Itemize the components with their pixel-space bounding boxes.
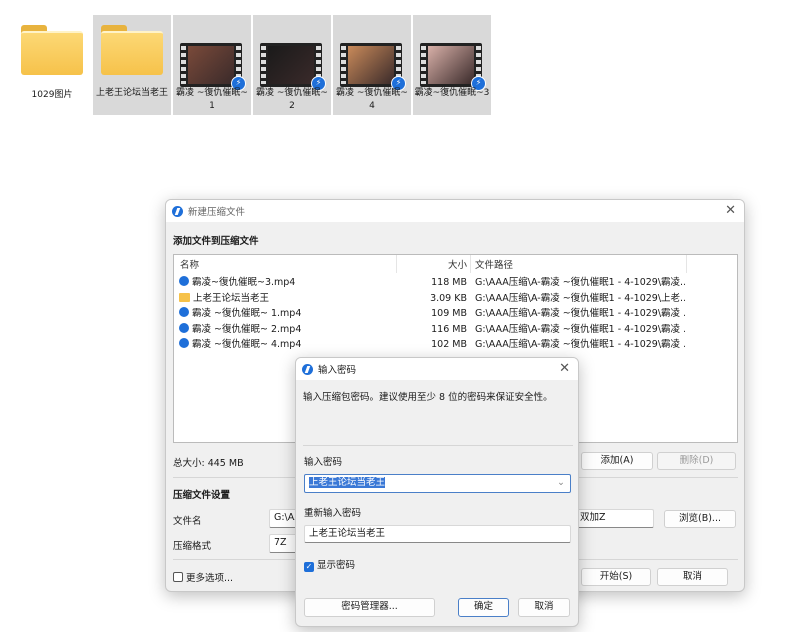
close-icon[interactable]: ✕	[725, 203, 736, 218]
file-size: 3.09 KB	[430, 292, 467, 304]
file-path: G:\AAA压缩\A-霸凌 ~復仇催眠1 - 4-1029\霸凌 ...	[475, 323, 685, 335]
file-path: G:\AAA压缩\A-霸凌 ~復仇催眠1 - 4-1029\霸凌...	[475, 277, 685, 288]
file-row[interactable]: 霸凌~復仇催眠~3.mp4 118 MB G:\AAA压缩\A-霸凌 ~復仇催眠1 …	[174, 275, 739, 290]
password-description: 输入压缩包密码。建议使用至少 8 位的密码来保证安全性。	[303, 392, 553, 403]
folder-icon	[21, 25, 83, 75]
close-icon[interactable]: ✕	[559, 361, 570, 376]
desktop-item-label: 霸凌 ~復仇催眠~ 1	[176, 88, 248, 111]
app-icon	[172, 205, 183, 217]
filename-label: 文件名	[173, 516, 202, 527]
password-combo[interactable]: 上老王论坛当老王 ⌄	[304, 474, 571, 493]
file-path: G:\AAA压缩\A-霸凌 ~復仇催眠1 - 4-1029\上老...	[475, 292, 685, 304]
video-thumbnail: ⚡	[340, 43, 406, 91]
video-file-icon	[179, 322, 189, 333]
reenter-password-input[interactable]: 上老王论坛当老王	[304, 525, 571, 543]
column-path[interactable]: 文件路径	[475, 258, 513, 273]
delete-button[interactable]: 删除(D)	[657, 452, 736, 470]
video-thumbnail: ⚡	[420, 43, 486, 91]
file-row[interactable]: 霸凌 ~復仇催眠~ 1.mp4 109 MB G:\AAA压缩\A-霸凌 ~復仇催眠…	[174, 306, 739, 321]
video-thumbnail: ⚡	[260, 43, 326, 91]
password-dialog: 输入密码 ✕ 输入压缩包密码。建议使用至少 8 位的密码来保证安全性。 输入密码…	[295, 357, 579, 627]
desktop-item[interactable]: ⚡ 霸凌 ~復仇催眠~ 1	[173, 15, 251, 115]
desktop-item[interactable]: ⚡ 霸凌 ~復仇催眠~ 4	[333, 15, 411, 115]
desktop-item[interactable]: ⚡ 霸凌 ~復仇催眠~ 2	[253, 15, 331, 115]
show-password-checkbox[interactable]: ✓ 显示密码	[304, 557, 355, 572]
file-size: 109 MB	[431, 308, 467, 319]
video-file-icon	[179, 307, 189, 317]
column-name[interactable]: 名称	[180, 258, 199, 273]
file-row[interactable]: 上老王论坛当老王 3.09 KB G:\AAA压缩\A-霸凌 ~復仇催眠1 - 4-…	[174, 291, 739, 306]
file-size: 116 MB	[431, 323, 467, 335]
folder-icon	[101, 25, 163, 75]
app-icon	[302, 363, 313, 375]
file-name: 霸凌 ~復仇催眠~ 4.mp4	[179, 337, 301, 352]
file-name: 霸凌 ~復仇催眠~ 2.mp4	[179, 322, 301, 337]
chevron-down-icon: ⌄	[557, 477, 565, 488]
file-name: 霸凌 ~復仇催眠~ 1.mp4	[179, 306, 301, 321]
file-row[interactable]: 霸凌 ~復仇催眠~ 2.mp4 116 MB G:\AAA压缩\A-霸凌 ~復仇催眠…	[174, 322, 739, 337]
video-file-icon	[179, 276, 189, 286]
reenter-label: 重新输入密码	[304, 508, 362, 519]
folder-icon	[179, 292, 190, 302]
desktop-item-label: 上老王论坛当老王	[95, 88, 168, 98]
desktop-item[interactable]: 上老王论坛当老王	[93, 15, 171, 115]
column-size[interactable]: 大小	[448, 258, 467, 273]
video-thumbnail: ⚡	[180, 43, 246, 91]
cancel-button[interactable]: 取消	[657, 568, 728, 586]
dialog-title: 新建压缩文件	[188, 207, 246, 218]
password-label: 输入密码	[304, 457, 343, 468]
file-size: 102 MB	[431, 339, 467, 350]
desktop-item-label: 1029图片	[31, 90, 73, 100]
desktop-item-label: 霸凌 ~復仇催眠~ 4	[336, 88, 408, 111]
file-name: 霸凌~復仇催眠~3.mp4	[179, 275, 295, 290]
browse-button[interactable]: 浏览(B)...	[664, 510, 736, 528]
password-title-bar: 输入密码	[296, 358, 578, 380]
file-path: G:\AAA压缩\A-霸凌 ~復仇催眠1 - 4-1029\霸凌 ...	[475, 339, 685, 350]
video-file-icon	[179, 338, 189, 348]
check-icon: ✓	[304, 562, 314, 572]
password-dialog-title: 输入密码	[318, 365, 357, 376]
format-label: 压缩格式	[173, 541, 212, 552]
file-name: 上老王论坛当老王	[179, 291, 269, 306]
file-size: 118 MB	[431, 277, 467, 288]
desktop-item-label: 霸凌 ~復仇催眠~ 2	[256, 88, 328, 111]
section-title: 添加文件到压缩文件	[173, 236, 259, 247]
list-header: 名称 大小 文件路径	[174, 258, 739, 273]
file-path: G:\AAA压缩\A-霸凌 ~復仇催眠1 - 4-1029\霸凌 ...	[475, 308, 685, 319]
total-size: 总大小: 445 MB	[173, 458, 244, 469]
desktop-item[interactable]: ⚡ 霸凌~復仇催眠~3	[413, 15, 491, 115]
file-row[interactable]: 霸凌 ~復仇催眠~ 4.mp4 102 MB G:\AAA压缩\A-霸凌 ~復仇催眠…	[174, 337, 739, 352]
start-button[interactable]: 开始(S)	[581, 568, 651, 586]
password-cancel-button[interactable]: 取消	[518, 598, 570, 617]
settings-title: 压缩文件设置	[173, 490, 231, 501]
title-bar: 新建压缩文件	[166, 200, 744, 222]
more-options-checkbox[interactable]: 更多选项...	[173, 570, 233, 584]
ok-button[interactable]: 确定	[458, 598, 509, 617]
password-manager-button[interactable]: 密码管理器...	[304, 598, 435, 617]
desktop-item-label: 霸凌~復仇催眠~3	[414, 88, 490, 98]
desktop-item[interactable]: 1029图片	[13, 15, 91, 115]
add-button[interactable]: 添加(A)	[581, 452, 653, 470]
